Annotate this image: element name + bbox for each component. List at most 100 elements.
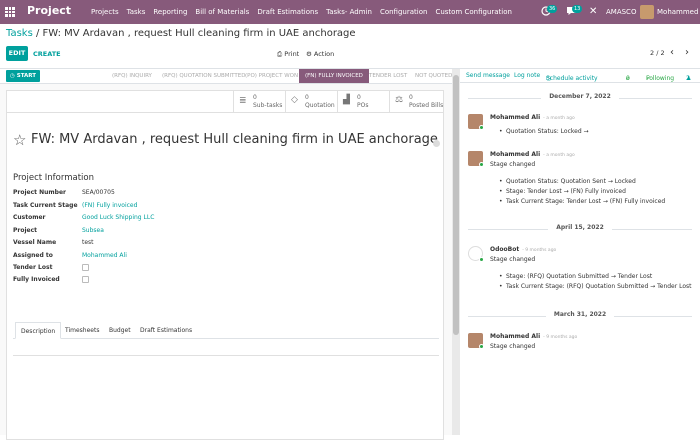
subtasks-smart-button[interactable]: ≣ 0 Sub-tasks: [233, 91, 285, 113]
quotation-label: Quotation: [305, 102, 335, 109]
date-separator: December 7, 2022: [468, 93, 692, 103]
stage-tender-lost[interactable]: TENDER LOST: [369, 69, 407, 83]
menu-projects[interactable]: Projects: [87, 0, 123, 24]
message-header: OdooBot - 9 months ago: [490, 246, 556, 253]
menu-tasks[interactable]: Tasks: [123, 0, 150, 24]
print-label: Print: [284, 50, 300, 58]
menu-reporting[interactable]: Reporting: [149, 0, 191, 24]
edit-button[interactable]: EDIT: [6, 46, 28, 61]
pager-previous-icon[interactable]: ‹: [670, 47, 674, 58]
activity-count-badge: 36: [547, 5, 558, 13]
author-name[interactable]: Mohammed Ali: [490, 333, 540, 340]
field-value-project-number: SEA/00705: [82, 189, 115, 196]
message-time: - 9 months ago: [543, 335, 578, 340]
chatter-topbar: Send message Log note ◷ Schedule activit…: [460, 69, 700, 83]
top-navbar: Project Projects Tasks Reporting Bill of…: [0, 0, 700, 24]
field-label-project-number: Project Number: [13, 189, 66, 196]
tracking-list: Stage: (RFQ) Quotation Submitted → Tende…: [499, 273, 692, 293]
tab-budget[interactable]: Budget: [104, 322, 136, 339]
fully-invoiced-checkbox[interactable]: [82, 276, 89, 283]
stack-icon: ≣: [239, 96, 247, 106]
activity-icon[interactable]: 36: [541, 5, 558, 18]
tab-draft-estimations[interactable]: Draft Estimations: [135, 322, 197, 339]
field-value-project[interactable]: Subsea: [82, 227, 104, 234]
start-label: START: [16, 73, 37, 79]
tender-lost-checkbox[interactable]: [82, 264, 89, 271]
gear-icon: ⚙: [306, 50, 312, 58]
field-label-customer: Customer: [13, 214, 46, 221]
posted-bills-count: 0: [409, 94, 413, 101]
message-body: Stage changed: [490, 256, 536, 263]
log-note-button[interactable]: Log note: [514, 72, 540, 79]
action-button[interactable]: ⚙ Action: [306, 50, 334, 58]
priority-star-icon[interactable]: ☆: [13, 131, 26, 149]
author-name[interactable]: Mohammed Ali: [490, 151, 540, 158]
company-switcher[interactable]: AMASCO: [606, 8, 636, 16]
form-area: ≣ 0 Sub-tasks ◇ 0 Quotation ▟ 0 POs ⚖ 0 …: [0, 84, 452, 440]
user-avatar[interactable]: [640, 5, 654, 19]
messaging-icon[interactable]: 13: [566, 5, 583, 18]
field-label-assigned-to: Assigned to: [13, 252, 53, 259]
field-value-task-current-stage[interactable]: (FN) Fully invoiced: [82, 202, 137, 209]
chatter-panel: Send message Log note ◷ Schedule activit…: [460, 69, 700, 435]
field-value-customer[interactable]: Good Luck Shipping LLC: [82, 214, 154, 221]
user-menu[interactable]: Mohammed Ali: [657, 8, 700, 16]
author-name[interactable]: OdooBot: [490, 246, 519, 253]
menu-configuration[interactable]: Configuration: [376, 0, 431, 24]
presence-icon: [479, 257, 484, 262]
diamond-icon: ◇: [291, 95, 298, 105]
message-count-badge: 13: [572, 5, 583, 13]
scrollbar-thumb[interactable]: [453, 75, 459, 335]
apps-menu-icon[interactable]: [5, 7, 15, 17]
field-label-fully-invoiced: Fully Invoiced: [13, 276, 60, 283]
menu-bill-of-materials[interactable]: Bill of Materials: [191, 0, 253, 24]
breadcrumb-tasks-link[interactable]: Tasks: [6, 28, 33, 39]
pager-value[interactable]: 2 / 2: [650, 49, 665, 57]
date-separator: April 15, 2022: [468, 224, 692, 234]
start-button[interactable]: ◷ START: [6, 70, 41, 82]
attachments-count: 0: [626, 75, 630, 82]
form-sheet: ≣ 0 Sub-tasks ◇ 0 Quotation ▟ 0 POs ⚖ 0 …: [6, 90, 444, 440]
date-label: April 15, 2022: [548, 224, 612, 231]
tab-description[interactable]: Description: [15, 322, 62, 339]
author-name[interactable]: Mohammed Ali: [490, 114, 540, 121]
tracking-item: Stage: (RFQ) Quotation Submitted → Tende…: [499, 273, 692, 283]
message-header: Mohammed Ali - 9 months ago: [490, 333, 577, 340]
app-brand[interactable]: Project: [27, 4, 71, 17]
posted-bills-smart-button[interactable]: ⚖ 0 Posted Bills: [389, 91, 445, 113]
posted-bills-label: Posted Bills: [409, 102, 444, 109]
print-button[interactable]: ⎙ Print: [277, 50, 299, 59]
field-value-assigned-to[interactable]: Mohammed Ali: [82, 252, 127, 259]
close-icon[interactable]: ✕: [589, 6, 597, 18]
menu-draft-estimations[interactable]: Draft Estimations: [253, 0, 322, 24]
menu-tasks-admin[interactable]: Tasks- Admin: [322, 0, 376, 24]
kanban-state-icon[interactable]: [433, 140, 440, 147]
send-message-button[interactable]: Send message: [466, 72, 510, 79]
stage-not-quoted[interactable]: NOT QUOTED: [415, 69, 452, 83]
tracking-item: Quotation Status: Locked →: [499, 128, 589, 138]
tab-timesheets[interactable]: Timesheets: [60, 322, 104, 339]
form-statusbar: ◷ START (RFQ) INQUIRY (RFQ) QUOTATION SU…: [0, 69, 460, 84]
task-title[interactable]: FW: MV Ardavan , request Hull cleaning f…: [31, 132, 438, 147]
breadcrumb-separator: /: [35, 28, 40, 39]
tracking-item: Stage: Tender Lost → (FN) Fully invoiced: [499, 188, 665, 198]
stage-rfq-quotation-submitted[interactable]: (RFQ) QUOTATION SUBMITTED: [162, 69, 245, 83]
field-label-vessel-name: Vessel Name: [13, 239, 57, 246]
print-icon: ⎙: [277, 50, 283, 58]
tracking-item: Task Current Stage: Tender Lost → (FN) F…: [499, 198, 665, 208]
stage-po-project-won[interactable]: (PO) PROJECT WON: [245, 69, 298, 83]
create-button[interactable]: CREATE: [33, 50, 61, 58]
pos-smart-button[interactable]: ▟ 0 POs: [337, 91, 389, 113]
main-menu: Projects Tasks Reporting Bill of Materia…: [87, 0, 516, 24]
pager-next-icon[interactable]: ›: [685, 47, 689, 58]
following-label: Following: [646, 75, 675, 82]
stage-fn-fully-invoiced[interactable]: (FN) FULLY INVOICED: [299, 69, 369, 83]
form-scrollbar[interactable]: [452, 69, 460, 435]
pos-count: 0: [357, 94, 361, 101]
stage-rfq-inquiry[interactable]: (RFQ) INQUIRY: [112, 69, 152, 83]
message-item: Mohammed Ali - a month ago Stage changed …: [466, 151, 694, 213]
message-time: - a month ago: [543, 153, 575, 158]
scale-icon: ⚖: [395, 95, 404, 105]
quotation-smart-button[interactable]: ◇ 0 Quotation: [285, 91, 337, 113]
menu-custom-configuration[interactable]: Custom Configuration: [431, 0, 516, 24]
